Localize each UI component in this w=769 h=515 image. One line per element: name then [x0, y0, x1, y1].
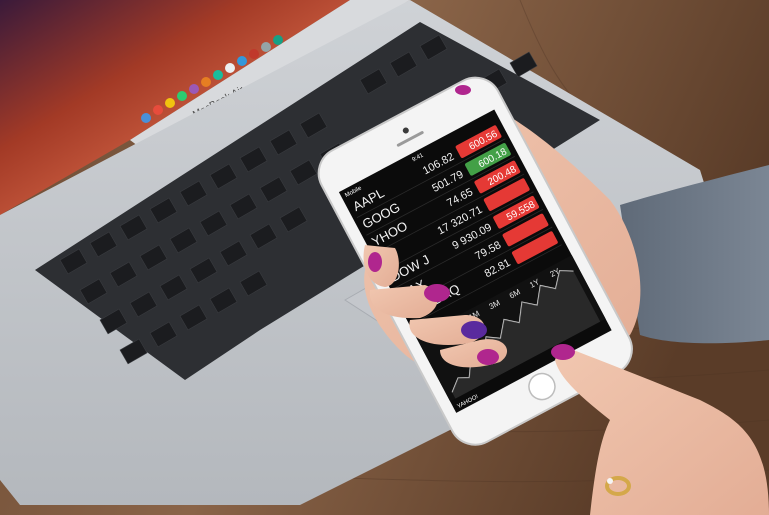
ring-gem: [607, 478, 613, 484]
right-index-fingernail: [551, 344, 575, 360]
photo-scene: MacBook Air: [0, 0, 769, 515]
